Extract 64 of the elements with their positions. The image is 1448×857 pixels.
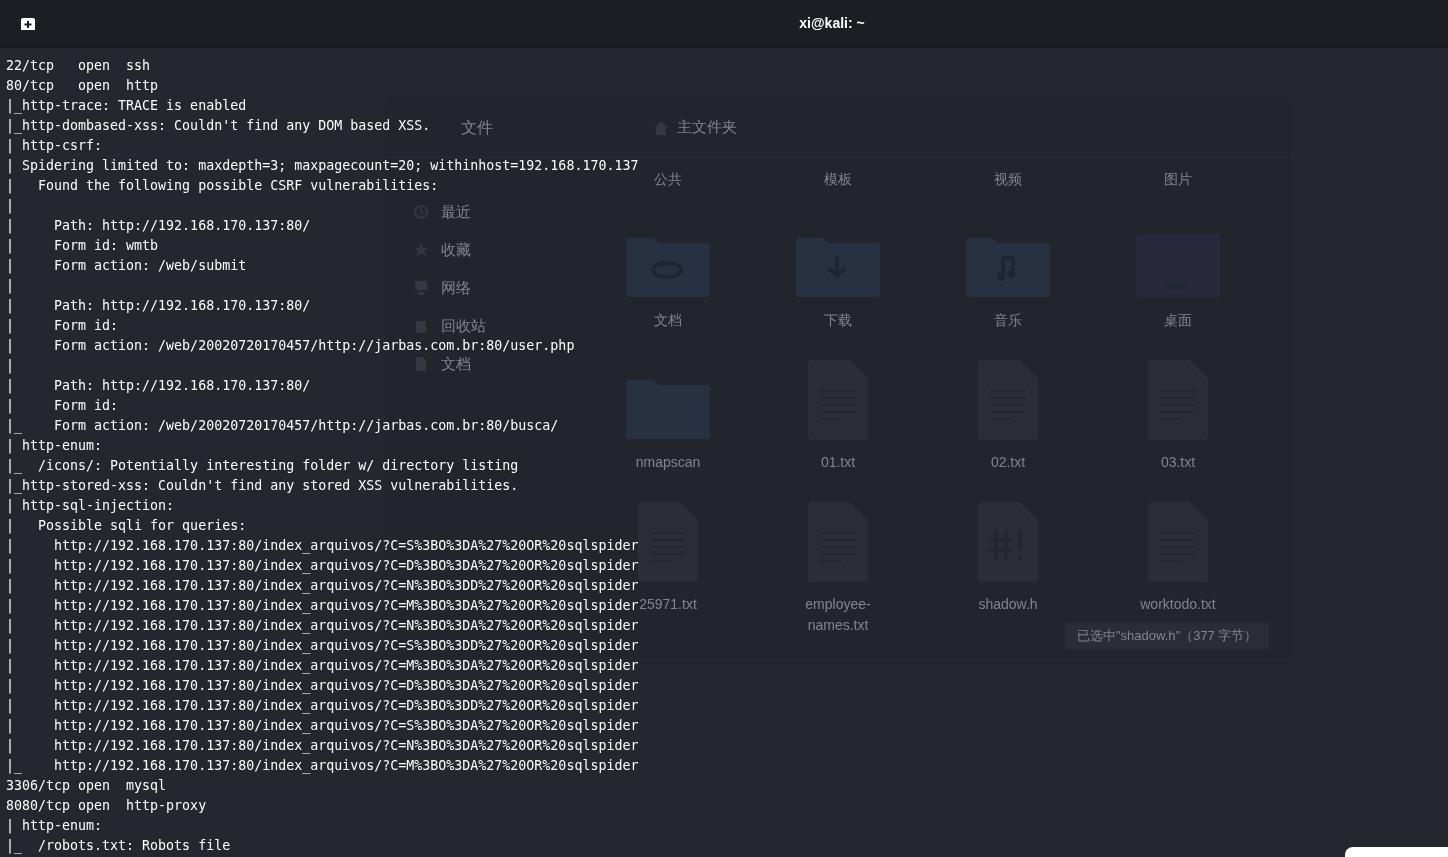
terminal-line: | http://192.168.170.137:80/index_arquivos/?C=M%3BO%3DA%27%20OR%20sqlspider bbox=[6, 597, 639, 616]
terminal-line: |_ Form action: /web/20020720170457/http://jarbas.com.br:80/busca/ bbox=[6, 417, 559, 436]
terminal-line: | Form id: bbox=[6, 397, 119, 416]
file-name[interactable]: 文档 bbox=[620, 310, 716, 331]
sidebar-item[interactable]: 回收站 bbox=[413, 314, 595, 338]
terminal-line: | http://192.168.170.137:80/index_arquivos/?C=S%3BO%3DA%27%20OR%20sqlspider bbox=[6, 717, 639, 736]
file-name[interactable]: employee-names.txt bbox=[790, 594, 886, 636]
terminal-line: | http://192.168.170.137:80/index_arquivos/?C=S%3BO%3DD%27%20OR%20sqlspider bbox=[6, 637, 639, 656]
terminal-line: |_ /icons/: Potentially interesting folder w/ directory listing bbox=[6, 457, 519, 476]
file-name[interactable]: worktodo.txt bbox=[1130, 594, 1226, 615]
new-tab-button[interactable] bbox=[18, 15, 38, 33]
location-bar[interactable]: 主文件夹 bbox=[653, 116, 737, 139]
window-title: 文件 bbox=[461, 117, 493, 138]
terminal-line: | bbox=[6, 197, 14, 216]
terminal-line: | Possible sqli for queries: bbox=[6, 517, 247, 536]
terminal-line: | http-csrf: bbox=[6, 137, 103, 156]
sidebar-item[interactable]: 收藏 bbox=[413, 238, 595, 262]
terminal-line: | http-enum: bbox=[6, 437, 103, 456]
status-tooltip: 已选中"shadow.h"（377 字节） bbox=[1065, 622, 1270, 650]
terminal-line: | http-enum: bbox=[6, 817, 103, 836]
file-name[interactable]: shadow.h bbox=[960, 594, 1056, 615]
terminal-line: 80/tcp open http bbox=[6, 77, 159, 95]
sidebar-item[interactable]: 最近 bbox=[413, 200, 595, 224]
starred-icon bbox=[413, 242, 429, 258]
sidebar-item[interactable]: 网络 bbox=[413, 276, 595, 300]
terminal-line: | http-sql-injection: bbox=[6, 497, 175, 516]
file-name[interactable]: 音乐 bbox=[960, 310, 1056, 331]
recent-icon bbox=[413, 204, 429, 220]
file-name[interactable]: 桌面 bbox=[1130, 310, 1226, 331]
terminal-line: | bbox=[6, 357, 14, 376]
new-tab-icon bbox=[20, 17, 36, 31]
terminal-line: | http://192.168.170.137:80/index_arquivos/?C=N%3BO%3DA%27%20OR%20sqlspider bbox=[6, 737, 639, 756]
file-name[interactable]: 图片 bbox=[1130, 169, 1226, 190]
terminal-line: | Path: http://192.168.170.137:80/ bbox=[6, 217, 311, 236]
terminal-line: |_ /robots.txt: Robots file bbox=[6, 837, 231, 856]
terminal-line: | bbox=[6, 277, 14, 296]
terminal-line: |_http-trace: TRACE is enabled bbox=[6, 97, 247, 116]
file-name[interactable]: 03.txt bbox=[1130, 452, 1226, 473]
window-title: xi@kali: ~ bbox=[799, 14, 865, 33]
file-name[interactable]: nmapscan bbox=[620, 452, 716, 473]
terminal-line: 3306/tcp open mysql bbox=[6, 777, 167, 795]
terminal-line: | Form id: wmtb bbox=[6, 237, 159, 256]
terminal-line: | Found the following possible CSRF vulnerabilities: bbox=[6, 177, 439, 196]
terminal-line: | http://192.168.170.137:80/index_arquivos/?C=D%3BO%3DA%27%20OR%20sqlspider bbox=[6, 557, 639, 576]
terminal-line: | Path: http://192.168.170.137:80/ bbox=[6, 377, 311, 396]
terminal-line: |_ http://192.168.170.137:80/index_arquivos/?C=M%3BO%3DA%27%20OR%20sqlspider bbox=[6, 757, 639, 776]
terminal-line: | http://192.168.170.137:80/index_arquivos/?C=D%3BO%3DD%27%20OR%20sqlspider bbox=[6, 697, 639, 716]
terminal-line: | Form id: bbox=[6, 317, 119, 336]
file-name[interactable]: 下载 bbox=[790, 310, 886, 331]
terminal-line: 8080/tcp open http-proxy bbox=[6, 797, 207, 815]
terminal-line: | http://192.168.170.137:80/index_arquivos/?C=N%3BO%3DD%27%20OR%20sqlspider bbox=[6, 577, 639, 596]
terminal-line: | http://192.168.170.137:80/index_arquivos/?C=D%3BO%3DA%27%20OR%20sqlspider bbox=[6, 677, 639, 696]
terminal-line: | http://192.168.170.137:80/index_arquivos/?C=M%3BO%3DA%27%20OR%20sqlspider bbox=[6, 657, 639, 676]
terminal-line: | http://192.168.170.137:80/index_arquivos/?C=N%3BO%3DA%27%20OR%20sqlspider bbox=[6, 617, 639, 636]
file-name[interactable]: 02.txt bbox=[960, 452, 1056, 473]
terminal-line: | Path: http://192.168.170.137:80/ bbox=[6, 297, 311, 316]
terminal-line: 22/tcp open ssh bbox=[6, 57, 151, 75]
file-name[interactable]: 视频 bbox=[960, 169, 1056, 190]
terminal-line: |_http-dombased-xss: Couldn't find any DOM based XSS. bbox=[6, 117, 431, 136]
terminal-line: | Form action: /web/submit bbox=[6, 257, 247, 276]
terminal-line: | http://192.168.170.137:80/index_arquivos/?C=S%3BO%3DA%27%20OR%20sqlspider bbox=[6, 537, 639, 556]
file-name[interactable]: 01.txt bbox=[790, 452, 886, 473]
terminal-line: |_http-stored-xss: Couldn't find any stored XSS vulnerabilities. bbox=[6, 477, 519, 496]
file-name[interactable]: 模板 bbox=[790, 169, 886, 190]
